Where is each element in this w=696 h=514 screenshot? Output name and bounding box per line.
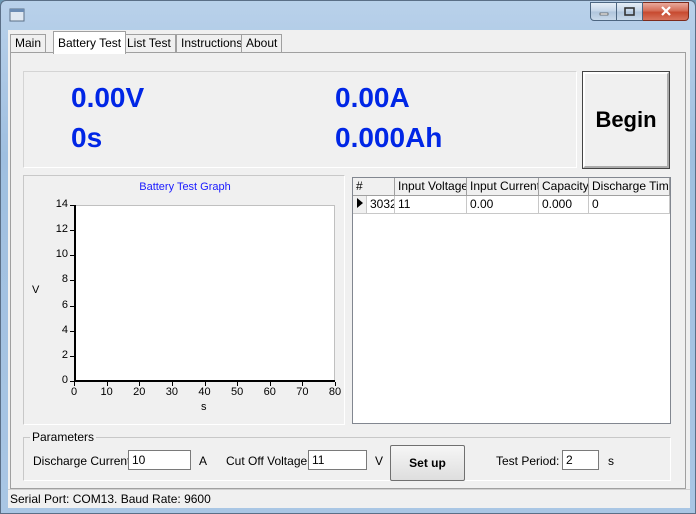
close-button[interactable] — [643, 2, 689, 21]
cell-input-current[interactable]: 0.00 — [467, 196, 539, 214]
title-bar[interactable] — [1, 1, 695, 29]
minimize-icon — [599, 5, 609, 19]
y-tickmark — [70, 305, 74, 307]
test-period-input[interactable] — [562, 450, 599, 470]
close-icon — [660, 5, 672, 19]
discharge-current-label: Discharge Current: — [33, 454, 134, 468]
y-tick-label: 2 — [61, 348, 68, 361]
y-axis-line — [74, 205, 76, 382]
x-tick-label: 60 — [263, 386, 276, 398]
y-tickmark — [70, 355, 74, 357]
column-header-input-current[interactable]: Input Current — [467, 178, 539, 196]
x-tick-label: 30 — [165, 386, 178, 398]
tab-bar: Main Battery Test List Test Instructions… — [8, 30, 690, 54]
application-window: Main Battery Test List Test Instructions… — [0, 0, 696, 514]
current-readout: 0.00A — [335, 82, 410, 113]
y-tick-label: 0 — [61, 374, 68, 386]
begin-button[interactable]: Begin — [582, 71, 670, 169]
y-tick-label: 14 — [55, 198, 68, 210]
y-tick-label: 8 — [61, 273, 68, 286]
discharge-current-input[interactable] — [128, 450, 191, 470]
y-tick-label: 6 — [61, 298, 68, 311]
y-tickmark — [70, 255, 74, 257]
x-tick-label: 0 — [70, 386, 78, 398]
readout-panel: 0.00V 0.00A 0s 0.000Ah — [23, 71, 577, 168]
table-header: # Input Voltage Input Current Capacity D… — [353, 178, 670, 196]
y-tickmark — [70, 205, 74, 206]
cell-input-voltage[interactable]: 11 — [395, 196, 467, 214]
x-tick-label: 70 — [296, 386, 309, 398]
cell-capacity[interactable]: 0.000 — [539, 196, 589, 214]
current-row-icon — [356, 196, 363, 213]
test-period-label: Test Period: — [496, 454, 560, 468]
tab-instructions[interactable]: Instructions — [176, 34, 248, 53]
y-tick-label: 12 — [55, 223, 68, 236]
time-readout: 0s — [71, 122, 103, 153]
cutoff-voltage-unit: V — [375, 454, 384, 468]
y-tickmark — [70, 330, 74, 332]
window-title — [151, 7, 451, 21]
status-bar: Serial Port: COM13. Baud Rate: 9600 — [8, 489, 690, 508]
column-header-discharge-time[interactable]: Discharge Time — [589, 178, 670, 196]
discharge-current-unit: A — [199, 454, 208, 468]
cutoff-voltage-label: Cut Off Voltage: — [226, 454, 311, 468]
y-tickmark — [70, 230, 74, 232]
parameters-group: Parameters Discharge Current: A Cut Off … — [23, 430, 671, 481]
x-tick-label: 80 — [328, 386, 342, 398]
column-header-capacity[interactable]: Capacity — [539, 178, 589, 196]
column-header-index[interactable]: # — [353, 178, 395, 196]
x-tick-label: 50 — [231, 386, 244, 398]
app-icon — [9, 7, 25, 23]
x-axis-label: s — [201, 401, 207, 413]
capacity-readout: 0.000Ah — [335, 122, 443, 153]
row-selector[interactable] — [353, 196, 367, 214]
battery-test-panel: 0.00V 0.00A 0s 0.000Ah Begin Battery Tes… — [10, 52, 686, 489]
tab-main[interactable]: Main — [10, 34, 47, 53]
maximize-button[interactable] — [617, 2, 643, 21]
minimize-button[interactable] — [590, 2, 617, 21]
graph-title: Battery Test Graph — [139, 181, 231, 193]
test-period-unit: s — [608, 454, 614, 468]
tab-battery-test[interactable]: Battery Test — [53, 31, 127, 54]
x-tick-label: 10 — [100, 386, 113, 398]
results-table[interactable]: # Input Voltage Input Current Capacity D… — [352, 177, 671, 424]
x-tick-label: 40 — [198, 386, 211, 398]
cutoff-voltage-input[interactable] — [308, 450, 367, 470]
voltage-readout: 0.00V — [71, 82, 145, 113]
battery-test-graph: Battery Test Graph 0 2 4 6 8 10 12 14 0 10 20 30 40… — [23, 175, 345, 425]
tab-about[interactable]: About — [241, 34, 283, 53]
window-controls — [590, 2, 689, 21]
y-tick-label: 4 — [61, 323, 68, 336]
y-tick-label: 10 — [55, 248, 68, 261]
parameters-legend: Parameters — [30, 430, 97, 444]
column-header-input-voltage[interactable]: Input Voltage — [395, 178, 467, 196]
y-tickmark — [70, 280, 74, 282]
x-tick-label: 20 — [133, 386, 146, 398]
maximize-icon — [624, 5, 635, 19]
client-area: Main Battery Test List Test Instructions… — [8, 30, 690, 508]
cell-discharge-time[interactable]: 0 — [589, 196, 670, 214]
setup-button[interactable]: Set up — [390, 445, 465, 481]
table-row[interactable]: 3032 11 0.00 0.000 0 — [353, 196, 670, 214]
tab-list-test[interactable]: List Test — [122, 34, 176, 53]
cell-index[interactable]: 3032 — [367, 196, 395, 214]
y-axis-label: V — [32, 284, 40, 296]
plot-area — [74, 205, 335, 381]
